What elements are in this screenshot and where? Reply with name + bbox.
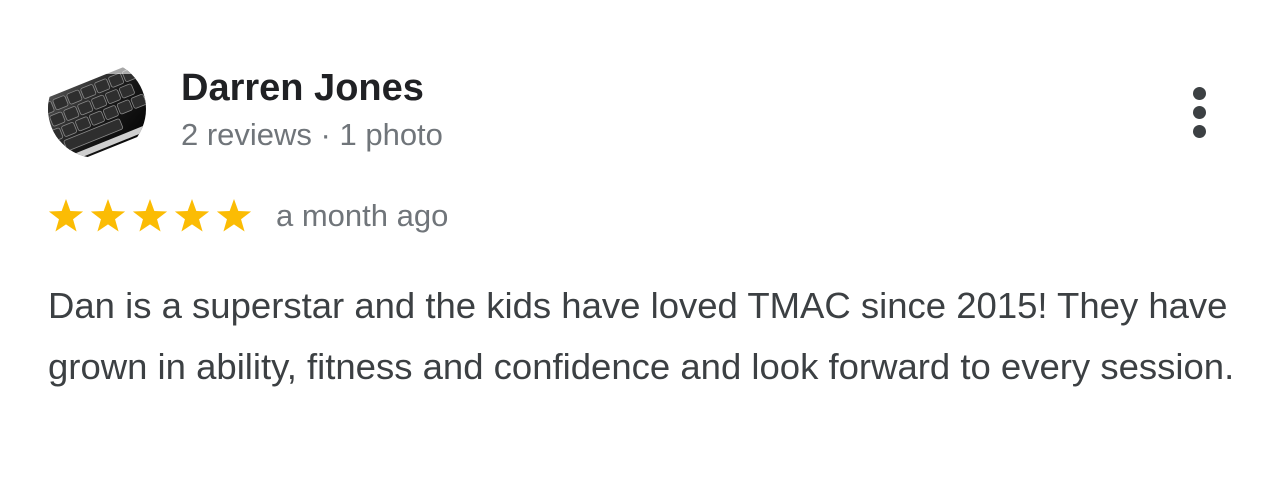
- star-icon: [90, 199, 126, 232]
- star-icon: [174, 199, 210, 232]
- reviewer-name[interactable]: Darren Jones: [181, 66, 424, 110]
- reviewer-avatar[interactable]: [48, 60, 146, 158]
- review-text: Dan is a superstar and the kids have lov…: [48, 285, 1235, 387]
- reviewer-meta: 2 reviews · 1 photo: [181, 117, 443, 152]
- review-card: Darren Jones 2 reviews · 1 photo a month…: [0, 0, 1284, 495]
- keyboard-photo-icon: [48, 60, 146, 158]
- more-options-button[interactable]: [1180, 82, 1220, 142]
- star-icon: [48, 199, 84, 232]
- star-icon: [216, 199, 252, 232]
- star-rating: [48, 199, 252, 232]
- review-time: a month ago: [276, 198, 449, 233]
- star-icon: [132, 199, 168, 232]
